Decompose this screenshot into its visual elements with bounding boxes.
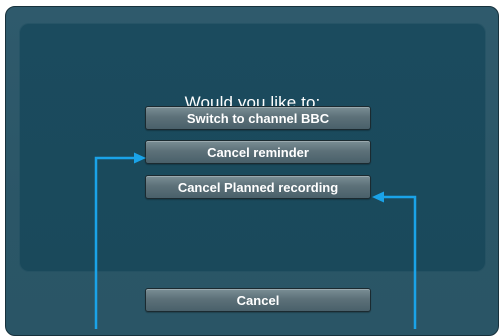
tv-screen: Would you like to: Switch to channel BBC… [5,6,499,336]
cancel-reminder-button[interactable]: Cancel reminder [145,140,371,164]
cancel-planned-recording-button[interactable]: Cancel Planned recording [145,175,371,199]
switch-channel-button[interactable]: Switch to channel BBC [145,106,371,130]
cancel-button[interactable]: Cancel [145,288,371,312]
